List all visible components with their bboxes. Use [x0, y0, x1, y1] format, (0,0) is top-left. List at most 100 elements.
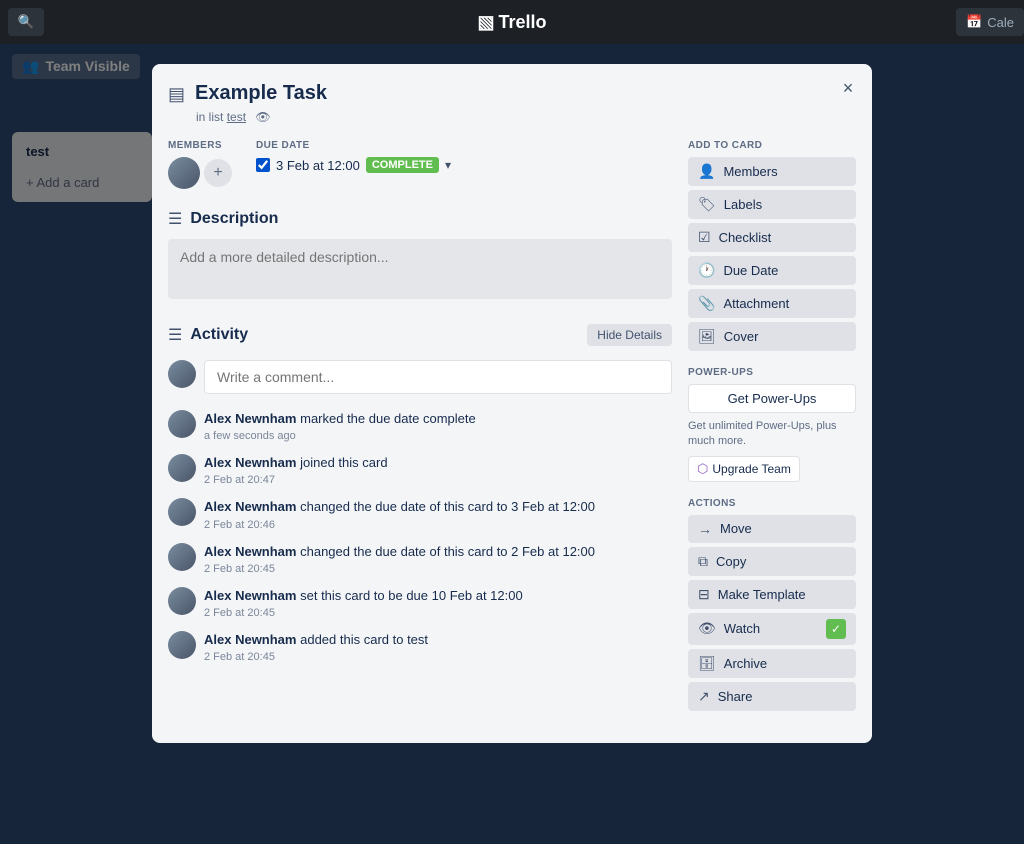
- activity-title: Activity: [190, 326, 248, 344]
- activity-time: 2 Feb at 20:47: [204, 474, 672, 486]
- comment-row: [168, 360, 672, 394]
- archive-icon: 🗄: [698, 655, 716, 672]
- add-to-card-section: ADD TO CARD 👤 Members 🏷 Labels ☑ Checkli…: [688, 140, 856, 351]
- activity-content: Alex Newnham changed the due date of thi…: [204, 498, 672, 530]
- description-icon: ☰: [168, 209, 182, 229]
- activity-item: Alex Newnham joined this card 2 Feb at 2…: [168, 454, 672, 486]
- archive-button[interactable]: 🗄 Archive: [688, 649, 856, 678]
- add-to-card-label: ADD TO CARD: [688, 140, 856, 151]
- search-icon: 🔍: [18, 14, 35, 30]
- activity-item: Alex Newnham added this card to test 2 F…: [168, 631, 672, 663]
- watch-icon: 👁: [698, 620, 716, 637]
- due-date-dropdown-button[interactable]: ▾: [445, 158, 451, 172]
- copy-icon: ⧉: [698, 553, 708, 570]
- search-button[interactable]: 🔍: [8, 8, 44, 36]
- due-date-text: 3 Feb at 12:00: [276, 158, 360, 173]
- activity-text: Alex Newnham marked the due date complet…: [204, 410, 672, 428]
- labels-button[interactable]: 🏷 Labels: [688, 190, 856, 219]
- activity-content: Alex Newnham marked the due date complet…: [204, 410, 672, 442]
- comment-avatar: [168, 360, 196, 388]
- members-section: MEMBERS +: [168, 140, 232, 189]
- activity-user: Alex Newnham: [204, 499, 296, 514]
- activity-item: Alex Newnham changed the due date of thi…: [168, 543, 672, 575]
- add-member-button[interactable]: +: [204, 159, 232, 187]
- members-icon: 👤: [698, 163, 715, 180]
- activity-text: Alex Newnham set this card to be due 10 …: [204, 587, 672, 605]
- due-date-icon: 🕐: [698, 262, 715, 279]
- activity-action: changed the due date of this card to 2 F…: [300, 544, 595, 559]
- watch-eye-icon: 👁: [255, 110, 270, 124]
- hide-details-button[interactable]: Hide Details: [587, 324, 672, 346]
- attachment-button[interactable]: 📎 Attachment: [688, 289, 856, 318]
- comment-input[interactable]: [204, 360, 672, 394]
- activity-content: Alex Newnham added this card to test 2 F…: [204, 631, 672, 663]
- calendar-button[interactable]: 📅 Cale: [956, 8, 1024, 36]
- labels-icon: 🏷: [698, 196, 716, 213]
- modal-close-button[interactable]: ×: [834, 74, 862, 102]
- upgrade-icon: ⬡: [697, 461, 708, 477]
- activity-text: Alex Newnham changed the due date of thi…: [204, 498, 672, 516]
- activity-list: Alex Newnham marked the due date complet…: [168, 410, 672, 663]
- members-row: +: [168, 157, 232, 189]
- activity-text: Alex Newnham joined this card: [204, 454, 672, 472]
- attachment-icon: 📎: [698, 295, 715, 312]
- activity-time: 2 Feb at 20:45: [204, 607, 672, 619]
- due-date-label: DUE DATE: [256, 140, 451, 151]
- share-icon: ↗: [698, 688, 710, 705]
- activity-item: Alex Newnham marked the due date complet…: [168, 410, 672, 442]
- activity-action: changed the due date of this card to 3 F…: [300, 499, 595, 514]
- copy-button[interactable]: ⧉ Copy: [688, 547, 856, 576]
- modal-body: MEMBERS + DUE DATE 3 Feb at 12:00 COMPLE…: [168, 140, 856, 727]
- description-textarea[interactable]: [168, 239, 672, 299]
- power-ups-label: POWER-UPS: [688, 367, 856, 378]
- activity-action: joined this card: [300, 455, 387, 470]
- upgrade-team-button[interactable]: ⬡ Upgrade Team: [688, 456, 800, 482]
- modal-main: MEMBERS + DUE DATE 3 Feb at 12:00 COMPLE…: [168, 140, 672, 727]
- template-icon: ⊟: [698, 586, 710, 603]
- checklist-button[interactable]: ☑ Checklist: [688, 223, 856, 252]
- activity-text: Alex Newnham changed the due date of thi…: [204, 543, 672, 561]
- activity-user: Alex Newnham: [204, 588, 296, 603]
- activity-user: Alex Newnham: [204, 411, 296, 426]
- activity-time: 2 Feb at 20:45: [204, 651, 672, 663]
- power-ups-section: POWER-UPS Get Power-Ups Get unlimited Po…: [688, 367, 856, 482]
- due-date-checkbox[interactable]: [256, 158, 270, 172]
- list-name-link[interactable]: test: [227, 110, 246, 124]
- modal-title[interactable]: Example Task: [195, 80, 327, 106]
- watch-button[interactable]: 👁 Watch ✓: [688, 613, 856, 645]
- description-header: ☰ Description: [168, 209, 672, 229]
- activity-text: Alex Newnham added this card to test: [204, 631, 672, 649]
- get-power-ups-button[interactable]: Get Power-Ups: [688, 384, 856, 413]
- activity-avatar: [168, 498, 196, 526]
- trello-logo: ▧ Trello: [477, 12, 546, 33]
- cover-button[interactable]: 🖼 Cover: [688, 322, 856, 351]
- modal-overlay: × ▤ Example Task in list test 👁 MEMBERS: [0, 44, 1024, 844]
- due-date-section: DUE DATE 3 Feb at 12:00 COMPLETE ▾: [256, 140, 451, 189]
- top-bar: 🔍 ▧ Trello 📅 Cale: [0, 0, 1024, 44]
- modal-subtitle: in list test 👁: [196, 110, 856, 124]
- cover-icon: 🖼: [698, 328, 716, 345]
- activity-time: 2 Feb at 20:45: [204, 563, 672, 575]
- due-date-button[interactable]: 🕐 Due Date: [688, 256, 856, 285]
- complete-badge: COMPLETE: [366, 157, 439, 173]
- members-button[interactable]: 👤 Members: [688, 157, 856, 186]
- share-button[interactable]: ↗ Share: [688, 682, 856, 711]
- modal-sidebar: ADD TO CARD 👤 Members 🏷 Labels ☑ Checkli…: [688, 140, 856, 727]
- activity-time: a few seconds ago: [204, 430, 672, 442]
- activity-header: ☰ Activity Hide Details: [168, 324, 672, 346]
- power-ups-description: Get unlimited Power-Ups, plus much more.: [688, 419, 856, 450]
- activity-user: Alex Newnham: [204, 632, 296, 647]
- activity-avatar: [168, 631, 196, 659]
- actions-section: ACTIONS → Move ⧉ Copy ⊟ Make Template �: [688, 498, 856, 711]
- actions-label: ACTIONS: [688, 498, 856, 509]
- make-template-button[interactable]: ⊟ Make Template: [688, 580, 856, 609]
- activity-user: Alex Newnham: [204, 544, 296, 559]
- avatar[interactable]: [168, 157, 200, 189]
- activity-action: set this card to be due 10 Feb at 12:00: [300, 588, 523, 603]
- activity-action: added this card to test: [300, 632, 428, 647]
- activity-content: Alex Newnham changed the due date of thi…: [204, 543, 672, 575]
- activity-avatar: [168, 454, 196, 482]
- move-button[interactable]: → Move: [688, 515, 856, 543]
- move-icon: →: [698, 521, 712, 537]
- activity-avatar: [168, 410, 196, 438]
